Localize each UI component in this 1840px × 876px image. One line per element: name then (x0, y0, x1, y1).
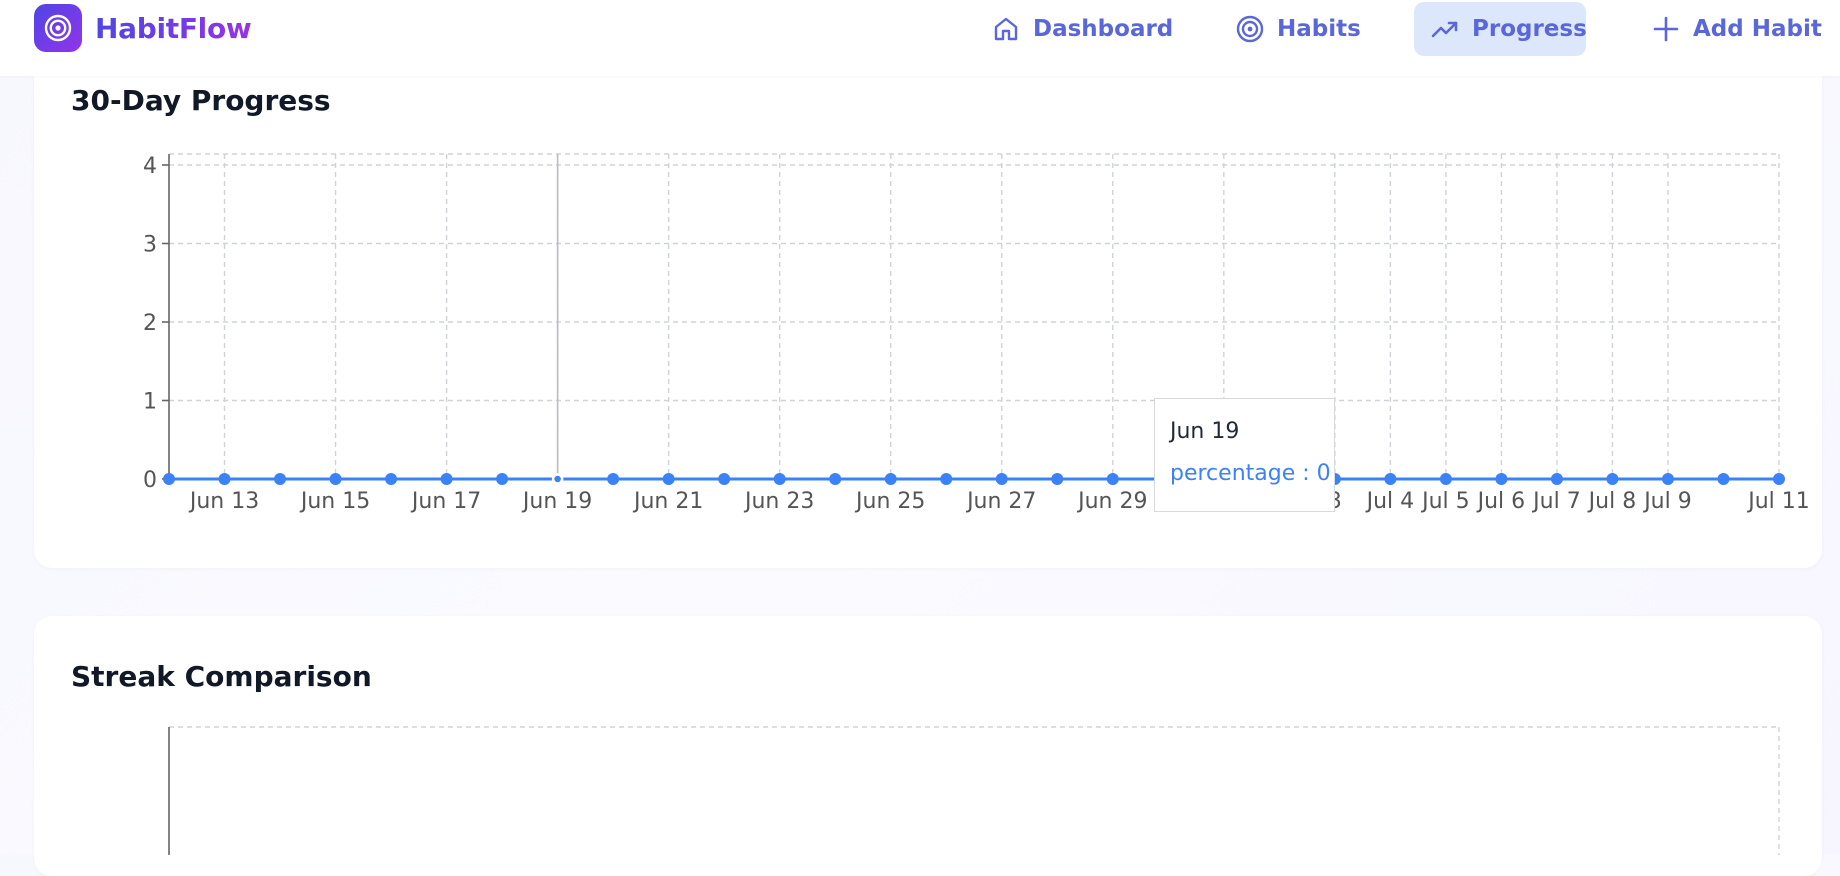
progress-card: 30-Day Progress (34, 40, 1822, 568)
progress-card-title: 30-Day Progress (71, 84, 331, 117)
nav-progress[interactable]: Progress (1414, 2, 1587, 56)
streak-card: Streak Comparison (34, 616, 1822, 876)
nav-add-habit[interactable]: Add Habit (1652, 2, 1828, 56)
top-navbar: HabitFlow Dashboard Habits Progress Add … (0, 0, 1840, 76)
nav-dashboard[interactable]: Dashboard (992, 2, 1173, 56)
nav-habits[interactable]: Habits (1236, 2, 1366, 56)
nav-progress-label: Progress (1472, 16, 1587, 42)
trending-up-icon (1431, 15, 1459, 43)
nav-dashboard-label: Dashboard (1033, 16, 1174, 42)
home-icon (992, 15, 1020, 43)
tooltip-value: percentage : 0 (1170, 461, 1331, 486)
tooltip-label: Jun 19 (1170, 419, 1240, 444)
streak-card-title: Streak Comparison (71, 660, 372, 693)
nav-habits-label: Habits (1277, 16, 1361, 42)
chart-tooltip: Jun 19 percentage : 0 (1154, 398, 1335, 512)
target-icon (34, 4, 82, 52)
target-icon (1236, 15, 1264, 43)
brand[interactable]: HabitFlow (34, 4, 252, 52)
nav-add-habit-label: Add Habit (1693, 16, 1822, 42)
plus-icon (1652, 15, 1680, 43)
app-name: HabitFlow (95, 11, 252, 45)
